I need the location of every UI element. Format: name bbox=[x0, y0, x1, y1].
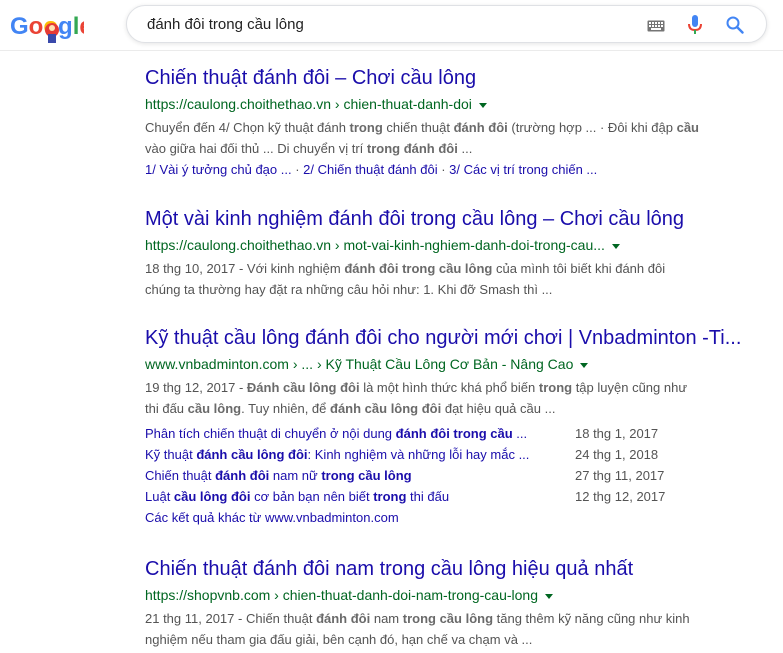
result-sublinks: 1/ Vài ý tưởng chủ đạo ... · 2/ Chiến th… bbox=[145, 159, 765, 180]
sublink[interactable]: 2/ Chiến thuật đánh đôi bbox=[303, 162, 437, 177]
snippet-bold: cầu bbox=[676, 120, 699, 135]
snippet-text: đạt hiệu quả cầu ... bbox=[441, 401, 556, 416]
sublink[interactable]: 3/ Các vị trí trong chiến ... bbox=[449, 162, 597, 177]
deep-link[interactable]: Chiến thuật đánh đôi nam nữ trong cầu lô… bbox=[145, 465, 575, 486]
result-url: https://caulong.choithethao.vn › mot-vai… bbox=[145, 235, 765, 255]
url-domain: www.vnbadminton.com bbox=[145, 356, 289, 372]
snippet-bold: đánh đôi bbox=[453, 120, 508, 135]
url-domain: https://shopvnb.com bbox=[145, 587, 271, 603]
url-path: › mot-vai-kinh-nghiem-danh-doi-trong-cau… bbox=[331, 237, 605, 253]
search-result: Chiến thuật đánh đôi – Chơi cầu lông htt… bbox=[145, 66, 765, 180]
deep-link-text: Kỹ thuật bbox=[145, 447, 197, 462]
deep-link[interactable]: Kỹ thuật đánh cầu lông đôi: Kinh nghiệm … bbox=[145, 444, 575, 465]
snippet-text: là một hình thức khá phổ biến bbox=[359, 380, 539, 395]
snippet-bold: đánh đôi trong cầu lông bbox=[344, 261, 493, 276]
snippet-bold: trong bbox=[349, 120, 383, 135]
deep-link-date: 18 thg 1, 2017 bbox=[575, 426, 659, 441]
search-icon[interactable] bbox=[726, 16, 744, 34]
deep-link-bold: cầu lông đôi bbox=[173, 489, 251, 504]
deep-link-bold: đánh đôi trong cầu bbox=[395, 426, 513, 441]
deep-link-row: Phân tích chiến thuật di chuyển ở nội du… bbox=[145, 423, 765, 444]
snippet-text: Chuyển đến 4/ Chọn kỹ thuật đánh bbox=[145, 120, 350, 135]
deep-link-row: Kỹ thuật đánh cầu lông đôi: Kinh nghiệm … bbox=[145, 444, 765, 465]
snippet-bold: trong cầu lông bbox=[402, 611, 494, 626]
google-logo[interactable]: Google bbox=[10, 8, 93, 44]
snippet-text: nghiệm nếu tham gia đấu giải, bên cạnh đ… bbox=[145, 632, 533, 647]
url-domain: https://caulong.choithethao.vn bbox=[145, 96, 332, 112]
search-result: Kỹ thuật cầu lông đánh đôi cho người mới… bbox=[145, 326, 765, 528]
result-snippet: 18 thg 10, 2017 - Với kinh nghiệm đánh đ… bbox=[145, 258, 765, 300]
sublink-separator: · bbox=[437, 162, 450, 177]
result-title-link[interactable]: Kỹ thuật cầu lông đánh đôi cho người mới… bbox=[145, 326, 765, 350]
snippet-text: ... bbox=[457, 141, 473, 156]
url-menu-arrow-icon[interactable] bbox=[545, 593, 553, 599]
snippet-text: (trường hợp ... · Đôi khi đập bbox=[507, 120, 677, 135]
result-url: https://shopvnb.com › chien-thuat-danh-d… bbox=[145, 585, 765, 605]
deep-link-text: Phân tích chiến thuật di chuyển ở nội du… bbox=[145, 426, 396, 441]
url-path: › ... › Kỹ Thuật Cầu Lông Cơ Bản - Nâng … bbox=[288, 356, 574, 372]
url-domain: https://caulong.choithethao.vn bbox=[145, 237, 332, 253]
deep-link-text: ... bbox=[512, 426, 528, 441]
snippet-bold: trong bbox=[538, 380, 573, 395]
snippet-text: 21 thg 11, 2017 - Chiến thuật bbox=[145, 611, 317, 626]
deep-link-text: : Kinh nghiệm và những lỗi hay mắc ... bbox=[307, 447, 530, 462]
deep-link-row: Chiến thuật đánh đôi nam nữ trong cầu lô… bbox=[145, 465, 765, 486]
snippet-bold: Đánh cầu lông đôi bbox=[246, 380, 360, 395]
snippet-text: chiến thuật bbox=[382, 120, 454, 135]
search-header: Google đánh đôi trong cầu lông bbox=[0, 0, 783, 51]
result-title-link[interactable]: Một vài kinh nghiệm đánh đôi trong cầu l… bbox=[145, 207, 765, 231]
microphone-icon[interactable] bbox=[688, 15, 702, 35]
snippet-bold: cầu lông bbox=[187, 401, 242, 416]
snippet-text: tập luyện cũng như bbox=[572, 380, 688, 395]
result-title-link[interactable]: Chiến thuật đánh đôi nam trong cầu lông … bbox=[145, 557, 765, 581]
result-snippet: 21 thg 11, 2017 - Chiến thuật đánh đôi n… bbox=[145, 608, 765, 650]
sublink-separator: · bbox=[291, 162, 304, 177]
deep-link-text: nam nữ bbox=[269, 468, 322, 483]
search-input[interactable]: đánh đôi trong cầu lông bbox=[147, 16, 304, 33]
snippet-text: thi đấu bbox=[145, 401, 188, 416]
deep-links: Phân tích chiến thuật di chuyển ở nội du… bbox=[145, 423, 765, 528]
deep-link-row: Luật cầu lông đôi cơ bản bạn nên biết tr… bbox=[145, 486, 765, 507]
snippet-text: nam bbox=[370, 611, 403, 626]
more-results-link[interactable]: Các kết quả khác từ www.vnbadminton.com bbox=[145, 507, 765, 528]
snippet-text: của mình tôi biết khi đánh đôi bbox=[492, 261, 666, 276]
deep-link-bold: trong cầu lông bbox=[321, 468, 412, 483]
url-path: › chien-thuat-danh-doi bbox=[331, 96, 472, 112]
url-path: › chien-thuat-danh-doi-nam-trong-cau-lon… bbox=[270, 587, 538, 603]
snippet-text: vào giữa hai đối thủ ... Di chuyển vị tr… bbox=[145, 141, 367, 156]
result-title-link[interactable]: Chiến thuật đánh đôi – Chơi cầu lông bbox=[145, 66, 765, 90]
search-result: Chiến thuật đánh đôi nam trong cầu lông … bbox=[145, 557, 765, 650]
search-box[interactable]: đánh đôi trong cầu lông bbox=[126, 5, 767, 43]
deep-link-date: 24 thg 1, 2018 bbox=[575, 447, 659, 462]
snippet-text: tăng thêm kỹ năng cũng như kinh bbox=[493, 611, 690, 626]
deep-link[interactable]: Luật cầu lông đôi cơ bản bạn nên biết tr… bbox=[145, 486, 575, 507]
deep-link-date: 27 thg 11, 2017 bbox=[575, 468, 665, 483]
deep-link-bold: trong bbox=[373, 489, 407, 504]
deep-link-text: Luật bbox=[145, 489, 174, 504]
result-url: www.vnbadminton.com › ... › Kỹ Thuật Cầu… bbox=[145, 354, 765, 374]
snippet-text: 18 thg 10, 2017 - Với kinh nghiệm bbox=[145, 261, 345, 276]
deep-link-text: Chiến thuật bbox=[145, 468, 216, 483]
search-result: Một vài kinh nghiệm đánh đôi trong cầu l… bbox=[145, 207, 765, 300]
deep-link-date: 12 thg 12, 2017 bbox=[575, 489, 666, 504]
url-menu-arrow-icon[interactable] bbox=[478, 102, 487, 108]
url-menu-arrow-icon[interactable] bbox=[580, 362, 589, 368]
url-menu-arrow-icon[interactable] bbox=[611, 243, 620, 249]
snippet-bold: trong đánh đôi bbox=[366, 141, 458, 156]
deep-link-bold: đánh cầu lông đôi bbox=[196, 447, 308, 462]
snippet-text: chúng ta thường hay đặt ra những câu hỏi… bbox=[145, 282, 553, 297]
result-snippet: Chuyển đến 4/ Chọn kỹ thuật đánh trong c… bbox=[145, 117, 765, 159]
snippet-bold: đánh cầu lông đôi bbox=[330, 401, 442, 416]
deep-link-bold: đánh đôi bbox=[215, 468, 270, 483]
result-snippet: 19 thg 12, 2017 - Đánh cầu lông đôi là m… bbox=[145, 377, 765, 419]
snippet-bold: đánh đôi bbox=[316, 611, 371, 626]
deep-link[interactable]: Phân tích chiến thuật di chuyển ở nội du… bbox=[145, 423, 575, 444]
deep-link-text: cơ bản bạn nên biết bbox=[250, 489, 374, 504]
snippet-text: 19 thg 12, 2017 - bbox=[145, 380, 247, 395]
result-url: https://caulong.choithethao.vn › chien-t… bbox=[145, 94, 765, 114]
snippet-text: . Tuy nhiên, để bbox=[241, 401, 331, 416]
sublink[interactable]: 1/ Vài ý tưởng chủ đạo ... bbox=[145, 162, 292, 177]
keyboard-icon[interactable] bbox=[647, 19, 665, 32]
deep-link-text: thi đấu bbox=[406, 489, 450, 504]
